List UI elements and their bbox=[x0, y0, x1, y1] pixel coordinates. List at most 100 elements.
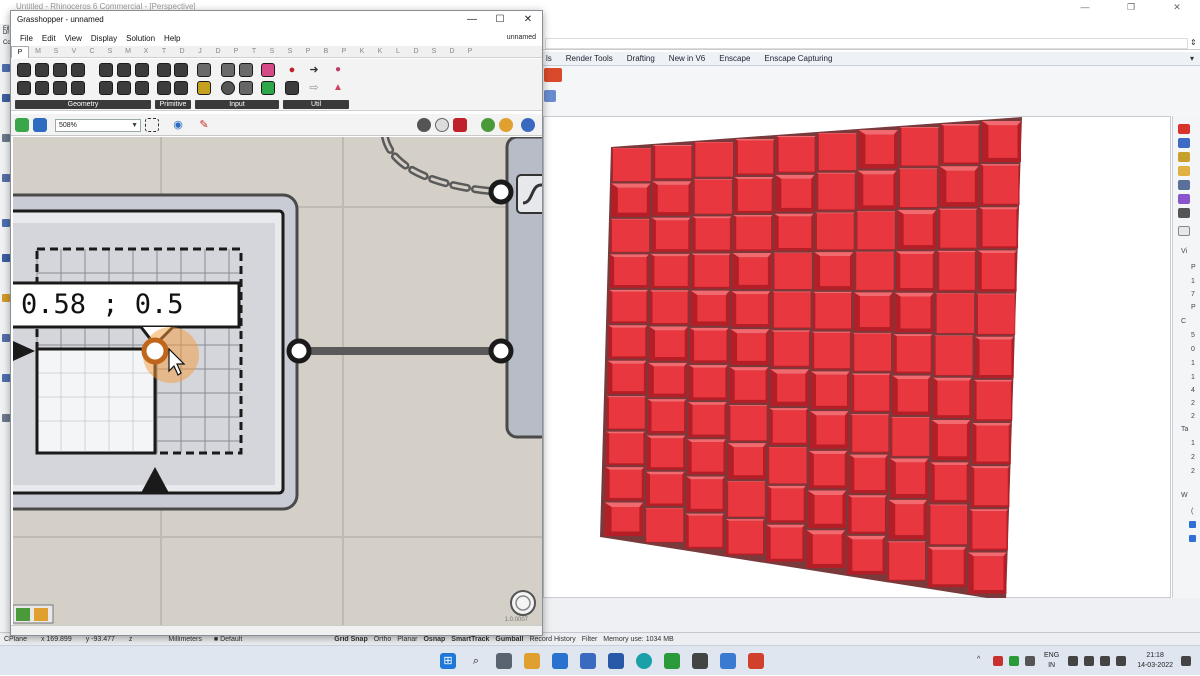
component-icon[interactable] bbox=[135, 81, 149, 95]
component-icon[interactable] bbox=[71, 81, 85, 95]
smarttrack-toggle[interactable]: SmartTrack bbox=[451, 636, 489, 643]
palette-group-label[interactable]: Input bbox=[195, 100, 279, 109]
category-tab[interactable]: P bbox=[335, 48, 353, 55]
menu-solution[interactable]: Solution bbox=[126, 34, 155, 43]
rhino-tool-icon[interactable] bbox=[2, 94, 10, 102]
rhino-minimize-button[interactable]: — bbox=[1062, 0, 1108, 14]
recorder-icon[interactable] bbox=[748, 653, 764, 669]
grasshopper-canvas[interactable]: 0.58 ; 0.5 1.0.0007 bbox=[13, 137, 542, 625]
microphone-icon[interactable] bbox=[1025, 656, 1035, 666]
menu-view[interactable]: View bbox=[65, 34, 82, 43]
component-icon[interactable] bbox=[239, 81, 253, 95]
filter-toggle[interactable]: Filter bbox=[582, 636, 598, 643]
word-icon[interactable] bbox=[608, 653, 624, 669]
rhino-tool-icon[interactable] bbox=[2, 334, 10, 342]
category-tab[interactable]: P bbox=[299, 48, 317, 55]
component-icon[interactable] bbox=[135, 63, 149, 77]
tab-render-tools[interactable]: Render Tools bbox=[566, 54, 613, 63]
rhino-tool-icon[interactable] bbox=[2, 254, 10, 262]
gh-minimize-button[interactable]: — bbox=[458, 11, 486, 29]
palette-group-label[interactable]: Util bbox=[283, 100, 349, 109]
category-tab[interactable]: P bbox=[11, 46, 29, 58]
rhino-maximize-button[interactable]: ❐ bbox=[1108, 0, 1154, 14]
rhino-tool-icon[interactable] bbox=[2, 134, 10, 142]
component-icon[interactable] bbox=[117, 81, 131, 95]
component-icon[interactable] bbox=[53, 63, 67, 77]
menu-file[interactable]: File bbox=[20, 34, 33, 43]
category-tab[interactable]: J bbox=[191, 48, 209, 55]
start-icon[interactable]: ⊞ bbox=[440, 653, 456, 669]
cherry-icon[interactable]: ● bbox=[285, 63, 299, 77]
category-tab[interactable]: T bbox=[155, 48, 173, 55]
materials-icon[interactable] bbox=[1178, 152, 1190, 162]
document-preview-icon[interactable] bbox=[499, 118, 513, 132]
component-icon[interactable] bbox=[285, 81, 299, 95]
notifications-icon[interactable] bbox=[1181, 656, 1191, 666]
category-tab[interactable]: L bbox=[389, 48, 407, 55]
palette-group-label[interactable]: Primitive bbox=[155, 100, 191, 109]
component-icon[interactable] bbox=[261, 81, 275, 95]
category-tab[interactable]: D bbox=[407, 48, 425, 55]
sphere-icon[interactable]: ● bbox=[331, 63, 345, 77]
gh-close-button[interactable]: ✕ bbox=[514, 11, 542, 29]
category-tab[interactable]: S bbox=[47, 48, 65, 55]
category-tab[interactable]: S bbox=[263, 48, 281, 55]
color-wheel-icon[interactable] bbox=[1178, 194, 1190, 204]
cplane-label[interactable]: CPlane bbox=[4, 636, 27, 643]
category-tab[interactable]: M bbox=[29, 48, 47, 55]
component-icon[interactable] bbox=[174, 63, 188, 77]
category-tab[interactable]: K bbox=[371, 48, 389, 55]
component-icon[interactable] bbox=[17, 63, 31, 77]
panel-checkbox[interactable] bbox=[1189, 535, 1196, 542]
category-tab[interactable]: K bbox=[353, 48, 371, 55]
edge-icon[interactable] bbox=[636, 653, 652, 669]
tabs-overflow-icon[interactable]: ▾ bbox=[1190, 54, 1194, 63]
wifi-icon[interactable] bbox=[1084, 656, 1094, 666]
battery-icon[interactable] bbox=[1116, 656, 1126, 666]
menu-help[interactable]: Help bbox=[164, 34, 180, 43]
sketch-icon[interactable]: ✎ bbox=[197, 118, 211, 132]
mail-icon[interactable] bbox=[552, 653, 568, 669]
component-icon[interactable] bbox=[221, 63, 235, 77]
tab-new-in-v6[interactable]: New in V6 bbox=[669, 54, 705, 63]
rhino-perspective-viewport[interactable] bbox=[543, 116, 1171, 598]
palette-group-label[interactable]: Geometry bbox=[15, 100, 151, 109]
wireframe-mode-icon[interactable] bbox=[435, 118, 449, 132]
category-tab[interactable]: P bbox=[461, 48, 479, 55]
rhino-tool-icon[interactable] bbox=[2, 64, 10, 72]
component-icon[interactable] bbox=[197, 81, 211, 95]
rhino-tool-icon[interactable] bbox=[2, 374, 10, 382]
eye-icon[interactable]: ◉ bbox=[171, 118, 185, 132]
language-indicator[interactable]: ENG IN bbox=[1044, 651, 1059, 671]
planar-toggle[interactable]: Planar bbox=[397, 636, 417, 643]
task-view-icon[interactable] bbox=[496, 653, 512, 669]
tab-enscape-capturing[interactable]: Enscape Capturing bbox=[764, 54, 832, 63]
rhino-tool-icon[interactable] bbox=[2, 174, 10, 182]
rhino-close-button[interactable]: ✕ bbox=[1154, 0, 1200, 14]
arrow-hollow-icon[interactable]: ⇨ bbox=[307, 81, 321, 95]
tab-enscape[interactable]: Enscape bbox=[719, 54, 750, 63]
category-tab[interactable]: S bbox=[101, 48, 119, 55]
category-tab[interactable]: C bbox=[83, 48, 101, 55]
rhino-tool-icon-2[interactable] bbox=[544, 90, 556, 102]
flask-icon[interactable]: ▲ bbox=[331, 81, 345, 95]
display-icon[interactable] bbox=[1178, 180, 1190, 190]
preview-mode-icon[interactable] bbox=[417, 118, 431, 132]
camera-icon[interactable] bbox=[1178, 208, 1190, 218]
menu-edit[interactable]: Edit bbox=[42, 34, 56, 43]
folder-icon[interactable] bbox=[1178, 166, 1190, 176]
command-history-icon[interactable]: ⇕ bbox=[1190, 38, 1197, 47]
component-icon[interactable] bbox=[157, 63, 171, 77]
ortho-toggle[interactable]: Ortho bbox=[374, 636, 392, 643]
rhino-command-input[interactable] bbox=[545, 38, 1188, 49]
component-icon[interactable] bbox=[117, 63, 131, 77]
rhino-menu-partial-dr[interactable]: Dr bbox=[3, 30, 9, 36]
clock[interactable]: 21:18 14-03-2022 bbox=[1137, 651, 1173, 671]
rhino-tool-icon[interactable] bbox=[2, 294, 10, 302]
volume-icon[interactable] bbox=[1100, 656, 1110, 666]
component-icon[interactable] bbox=[221, 81, 235, 95]
chevron-up-icon[interactable]: ^ bbox=[977, 656, 987, 666]
category-tab[interactable]: D bbox=[443, 48, 461, 55]
category-tab[interactable]: M bbox=[119, 48, 137, 55]
document-name[interactable]: unnamed bbox=[507, 34, 536, 41]
